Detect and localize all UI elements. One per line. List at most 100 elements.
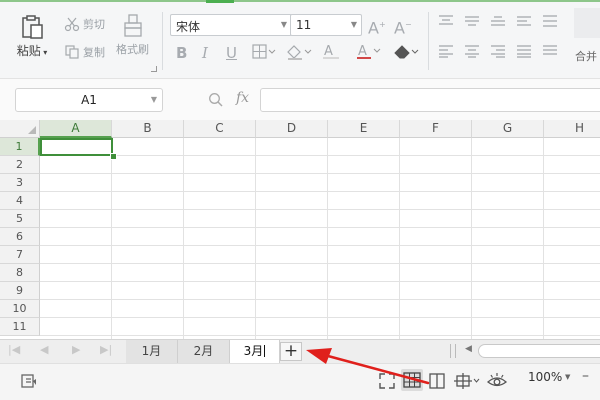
increase-font-size-icon[interactable]: A+ bbox=[368, 16, 386, 37]
font-size-value: 11 bbox=[296, 18, 312, 32]
font-color-icon[interactable]: A bbox=[356, 42, 382, 65]
align-left-icon[interactable] bbox=[438, 44, 454, 63]
row-header-9[interactable]: 9 bbox=[0, 282, 40, 300]
zoom-out-button[interactable]: – bbox=[582, 368, 589, 384]
column-header-b[interactable]: B bbox=[112, 120, 184, 138]
status-bar: 100% ▼ – bbox=[0, 363, 600, 400]
macro-record-icon[interactable] bbox=[20, 372, 38, 390]
chevron-down-icon: ▼ bbox=[280, 20, 287, 29]
row-header-8[interactable]: 8 bbox=[0, 264, 40, 282]
copy-icon bbox=[65, 45, 79, 59]
split-handle[interactable] bbox=[450, 344, 456, 358]
format-painter-label: 格式刷 bbox=[116, 43, 149, 56]
merge-cells-icon[interactable] bbox=[574, 8, 600, 38]
eraser-icon[interactable] bbox=[392, 42, 420, 65]
cut-button[interactable]: 剪切 bbox=[64, 16, 105, 32]
row-header-7[interactable]: 7 bbox=[0, 246, 40, 264]
normal-view-icon[interactable] bbox=[401, 369, 423, 391]
paste-button[interactable]: 粘贴 ▾ bbox=[12, 14, 52, 59]
fx-icon[interactable]: fx bbox=[236, 90, 249, 106]
cut-label: 剪切 bbox=[83, 18, 105, 31]
borders-icon[interactable] bbox=[252, 44, 276, 65]
clipboard-launcher-icon[interactable] bbox=[151, 66, 157, 72]
prev-sheet-icon[interactable]: ◀ bbox=[40, 343, 48, 356]
grid-row-line bbox=[40, 155, 600, 156]
row-header-2[interactable]: 2 bbox=[0, 156, 40, 174]
font-name-select[interactable]: 宋体 ▼ bbox=[170, 14, 292, 36]
sheet-tab-label: 1月 bbox=[141, 344, 162, 358]
grid-column-line bbox=[327, 138, 328, 339]
select-all-corner[interactable] bbox=[0, 120, 40, 138]
scissors-icon bbox=[64, 17, 80, 32]
column-header-e[interactable]: E bbox=[328, 120, 400, 138]
sheet-tabs-bar: |◀ ◀ ▶ ▶| 1月 2月 3月 + ◀ bbox=[0, 339, 600, 363]
align-top-icon[interactable] bbox=[438, 14, 454, 33]
format-painter-icon bbox=[123, 14, 142, 37]
chevron-down-icon: ▼ bbox=[150, 95, 157, 104]
align-center-icon[interactable] bbox=[464, 44, 480, 63]
justify-icon[interactable] bbox=[516, 44, 532, 63]
fullscreen-icon[interactable] bbox=[378, 372, 396, 390]
horizontal-scrollbar[interactable] bbox=[478, 344, 600, 358]
row-header-5[interactable]: 5 bbox=[0, 210, 40, 228]
format-painter-button[interactable]: 格式刷 bbox=[116, 14, 149, 57]
sheet-tab-label: 2月 bbox=[193, 344, 214, 358]
copy-button[interactable]: 复制 bbox=[64, 44, 105, 60]
name-box-value: A1 bbox=[81, 93, 97, 107]
underline-icon[interactable]: U bbox=[226, 44, 237, 62]
grid-row-line bbox=[40, 191, 600, 192]
row-header-6[interactable]: 6 bbox=[0, 228, 40, 246]
page-break-view-icon[interactable] bbox=[454, 372, 480, 390]
align-bottom-icon[interactable] bbox=[490, 14, 506, 33]
text-cursor bbox=[264, 345, 266, 357]
row-header-3[interactable]: 3 bbox=[0, 174, 40, 192]
add-sheet-button[interactable]: + bbox=[280, 342, 302, 361]
column-header-c[interactable]: C bbox=[184, 120, 256, 138]
fill-handle[interactable] bbox=[110, 153, 117, 160]
chevron-down-icon[interactable]: ▼ bbox=[565, 373, 570, 381]
last-sheet-icon[interactable]: ▶| bbox=[100, 343, 112, 356]
formula-input[interactable] bbox=[260, 88, 600, 112]
sheet-tab-2[interactable]: 2月 bbox=[178, 340, 230, 363]
sheet-tab-3[interactable]: 3月 bbox=[230, 340, 280, 363]
name-box[interactable]: A1 ▼ bbox=[15, 88, 163, 112]
column-header-g[interactable]: G bbox=[472, 120, 544, 138]
grid-row-line bbox=[40, 227, 600, 228]
spreadsheet-grid[interactable]: ABCDEFGH 1 2 3 4 5 6 7 8 9 10 11 bbox=[0, 120, 600, 339]
row-header-11[interactable]: 11 bbox=[0, 318, 40, 336]
row-header-4[interactable]: 4 bbox=[0, 192, 40, 210]
zoom-icon[interactable] bbox=[208, 92, 224, 108]
align-right-icon[interactable] bbox=[490, 44, 506, 63]
column-header-f[interactable]: F bbox=[400, 120, 472, 138]
ribbon-divider bbox=[428, 12, 429, 70]
font-size-select[interactable]: 11 ▼ bbox=[290, 14, 362, 36]
column-header-a[interactable]: A bbox=[40, 120, 112, 138]
column-header-h[interactable]: H bbox=[544, 120, 600, 138]
active-cell-a1[interactable] bbox=[40, 138, 113, 156]
chevron-down-icon: ▼ bbox=[350, 20, 357, 29]
row-header-1[interactable]: 1 bbox=[0, 138, 40, 156]
sheet-tab-1[interactable]: 1月 bbox=[126, 340, 178, 363]
orientation-icon[interactable] bbox=[542, 14, 558, 33]
merge-label[interactable]: 合并 bbox=[575, 48, 597, 64]
sheet-tab-label: 3月 bbox=[243, 344, 264, 358]
grid-row-line bbox=[40, 245, 600, 246]
font-effects-icon[interactable]: A bbox=[322, 42, 340, 65]
align-middle-icon[interactable] bbox=[464, 14, 480, 33]
row-header-10[interactable]: 10 bbox=[0, 300, 40, 318]
zoom-level[interactable]: 100% bbox=[528, 370, 562, 384]
italic-icon[interactable]: I bbox=[202, 44, 208, 62]
scroll-left-icon[interactable]: ◀ bbox=[465, 344, 472, 354]
column-header-d[interactable]: D bbox=[256, 120, 328, 138]
bold-icon[interactable]: B bbox=[176, 44, 187, 62]
fill-color-icon[interactable] bbox=[286, 44, 312, 65]
wrap-text-icon[interactable] bbox=[516, 14, 532, 33]
page-layout-icon[interactable] bbox=[428, 372, 446, 390]
svg-text:A: A bbox=[324, 44, 333, 59]
distribute-icon[interactable] bbox=[542, 44, 558, 63]
first-sheet-icon[interactable]: |◀ bbox=[8, 343, 20, 356]
eye-protection-icon[interactable] bbox=[486, 372, 508, 390]
next-sheet-icon[interactable]: ▶ bbox=[72, 343, 80, 356]
decrease-font-size-icon[interactable]: A− bbox=[394, 16, 412, 37]
grid-row-line bbox=[40, 281, 600, 282]
